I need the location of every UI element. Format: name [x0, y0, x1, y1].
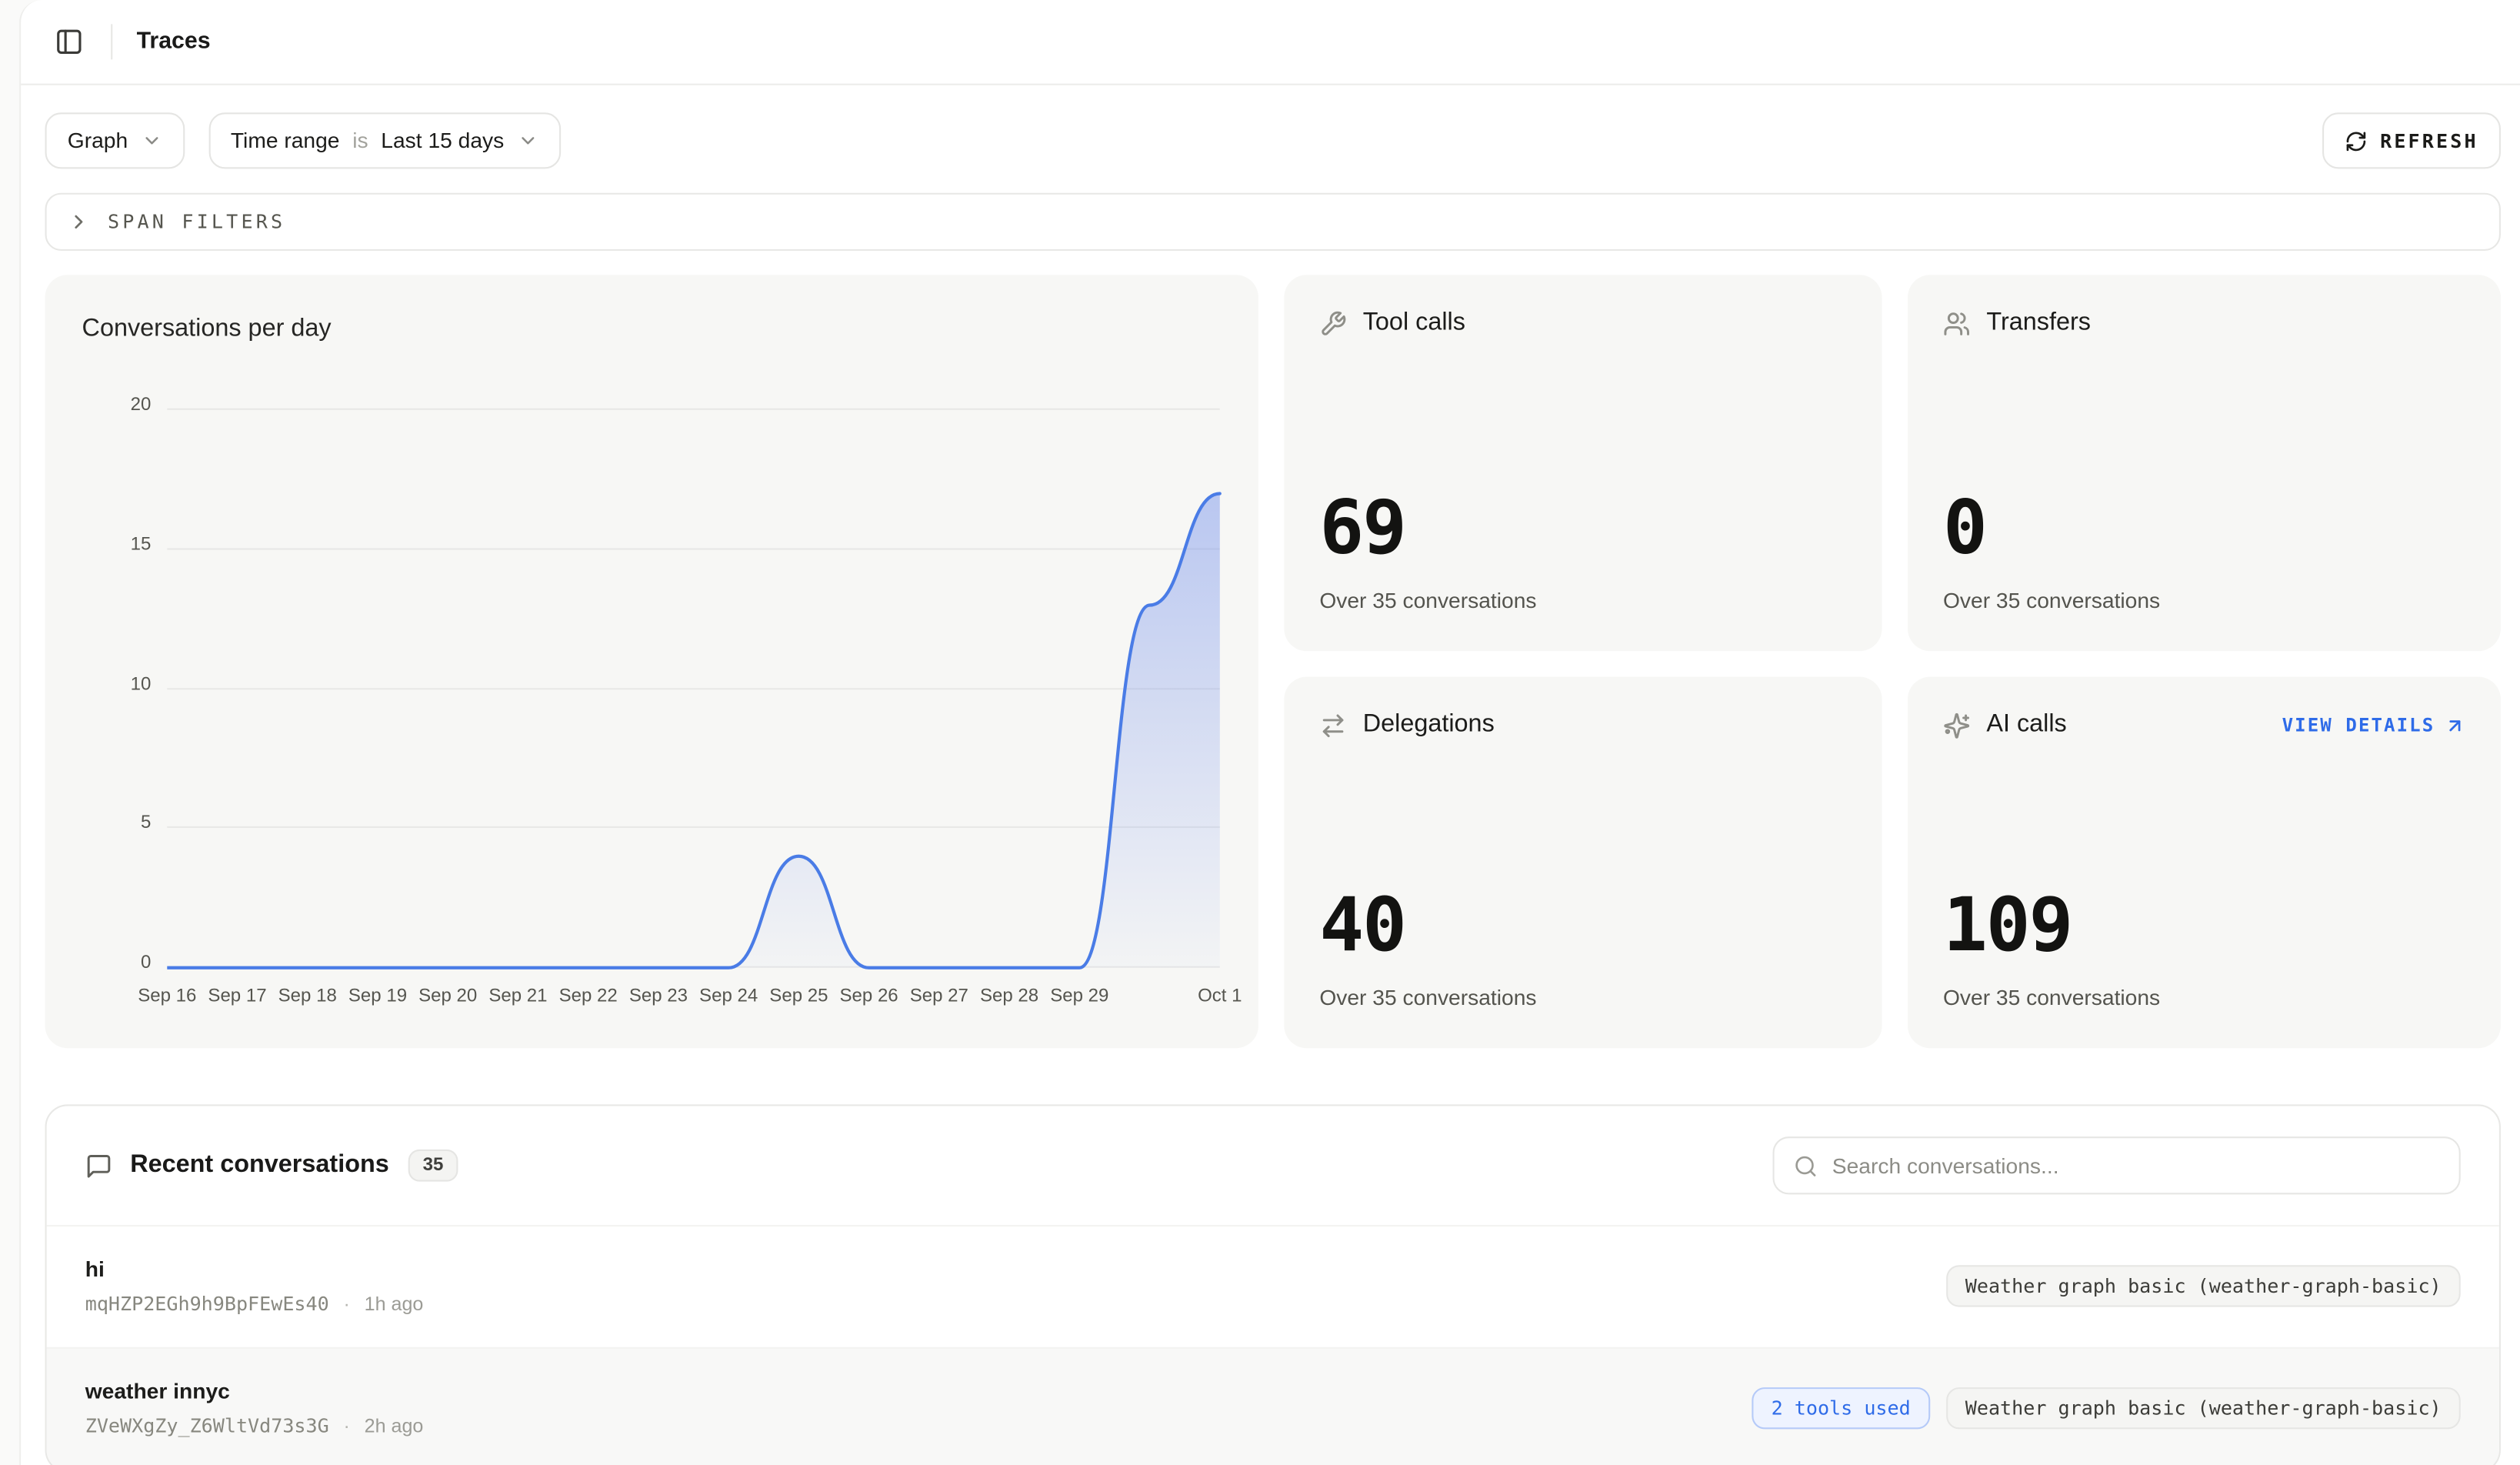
- chart-y-tick-label: 15: [52, 535, 152, 554]
- conversation-title: weather innyc: [85, 1380, 424, 1403]
- conversation-info: weather innyc ZVeWXgZy_Z6WltVd73s3G · 2h…: [85, 1380, 424, 1437]
- search-icon: [1794, 1153, 1818, 1177]
- span-filters-toggle[interactable]: SPAN FILTERS: [45, 193, 2501, 251]
- recent-conversations-title: Recent conversations: [130, 1151, 389, 1180]
- sidebar-toggle-button[interactable]: [47, 19, 92, 65]
- stat-card-value: 0: [1943, 490, 2465, 564]
- users-icon: [1943, 309, 1971, 337]
- search-conversations-input[interactable]: [1832, 1153, 2440, 1177]
- stat-card-subtitle: Over 35 conversations: [1319, 986, 1846, 1009]
- chart-area-fill: [167, 494, 1219, 968]
- conversation-info: hi mqHZP2EGh9h9BpFEwEs40 · 1h ago: [85, 1257, 424, 1315]
- conversations-chart-card: Conversations per day 20 15 10 5 0 Sep 16 Sep …: [45, 275, 1258, 1048]
- chart-x-tick-label: Sep 18: [278, 987, 337, 1006]
- chart-x-tick-label: Sep 20: [418, 987, 477, 1006]
- transfers-card: Transfers 0 Over 35 conversations: [1908, 275, 2501, 651]
- filters-row: Graph Time range is Last 15 days: [45, 112, 2501, 169]
- time-range-filter[interactable]: Time range is Last 15 days: [208, 112, 561, 169]
- chart-x-tick-label: Sep 17: [208, 987, 266, 1006]
- delegations-card: Delegations 40 Over 35 conversations: [1284, 677, 1882, 1049]
- chart-y-tick-label: 20: [52, 395, 152, 415]
- chart-x-tick-label: Sep 29: [1050, 987, 1108, 1006]
- top-bar: Traces: [21, 0, 2520, 85]
- time-range-operator: is: [352, 128, 368, 152]
- page-title: Traces: [137, 29, 211, 55]
- conversation-id: mqHZP2EGh9h9BpFEwEs40: [85, 1293, 329, 1315]
- chart-x-tick-label: Sep 25: [769, 987, 828, 1006]
- tools-used-badge: 2 tools used: [1752, 1387, 1930, 1429]
- stat-card-title: Delegations: [1363, 710, 1495, 739]
- stat-card-title: AI calls: [1986, 710, 2066, 739]
- chart-x-tick-label: Sep 27: [910, 987, 968, 1006]
- recent-conversations-header: Recent conversations 35: [47, 1106, 2499, 1225]
- chart-y-tick-label: 0: [52, 953, 152, 973]
- swap-arrows-icon: [1319, 712, 1347, 739]
- stat-card-subtitle: Over 35 conversations: [1319, 589, 1846, 612]
- tool-calls-card: Tool calls 69 Over 35 conversations: [1284, 275, 1882, 651]
- stat-card-subtitle: Over 35 conversations: [1943, 986, 2465, 1009]
- traces-page: Traces Graph Time range is Last 15 days: [0, 0, 2520, 1465]
- main-panel: Traces Graph Time range is Last 15 days: [19, 0, 2520, 1465]
- conversation-row[interactable]: hi mqHZP2EGh9h9BpFEwEs40 · 1h ago Weathe…: [47, 1225, 2499, 1347]
- conversation-time: 1h ago: [365, 1293, 424, 1315]
- span-filters-label: SPAN FILTERS: [108, 211, 285, 233]
- chevron-right-icon: [68, 211, 90, 233]
- divider: [111, 24, 112, 59]
- graph-dropdown-label: Graph: [68, 128, 128, 152]
- chart-x-tick-label: Oct 1: [1198, 987, 1242, 1006]
- refresh-icon: [2345, 129, 2367, 152]
- chart-y-tick-label: 10: [52, 674, 152, 693]
- view-details-link[interactable]: VIEW DETAILS: [2282, 714, 2465, 736]
- dot-separator: ·: [344, 1415, 350, 1437]
- refresh-button[interactable]: REFRESH: [2322, 112, 2501, 169]
- time-range-value: Last 15 days: [381, 128, 504, 152]
- arrow-up-right-icon: [2445, 715, 2465, 736]
- chart-x-tick-label: Sep 22: [559, 987, 618, 1006]
- graph-dropdown[interactable]: Graph: [45, 112, 185, 169]
- agent-badge: Weather graph basic (weather-graph-basic…: [1946, 1265, 2461, 1306]
- chart-x-tick-label: Sep 23: [629, 987, 688, 1006]
- conversation-time: 2h ago: [365, 1415, 424, 1437]
- dot-separator: ·: [344, 1293, 350, 1315]
- chart-x-tick-label: Sep 28: [980, 987, 1038, 1006]
- chart-x-tick-label: Sep 16: [138, 987, 196, 1006]
- chart-title: Conversations per day: [82, 315, 332, 345]
- time-range-field-label: Time range: [231, 128, 340, 152]
- view-details-label: VIEW DETAILS: [2282, 714, 2435, 736]
- stat-card-title: Transfers: [1986, 309, 2091, 338]
- stats-grid: Conversations per day 20 15 10 5 0 Sep 16 Sep …: [45, 275, 2501, 1048]
- sparkles-icon: [1943, 712, 1971, 739]
- conversation-title: hi: [85, 1257, 424, 1281]
- stat-card-subtitle: Over 35 conversations: [1943, 589, 2465, 612]
- agent-badge: Weather graph basic (weather-graph-basic…: [1946, 1387, 2461, 1429]
- chart-y-tick-label: 5: [52, 814, 152, 833]
- chart-x-tick-label: Sep 19: [348, 987, 407, 1006]
- search-conversations-box: [1772, 1136, 2460, 1194]
- message-square-icon: [85, 1152, 113, 1180]
- ai-calls-card: AI calls VIEW DETAILS 109 Over 35 conver…: [1908, 677, 2501, 1049]
- conversation-id: ZVeWXgZy_Z6WltVd73s3G: [85, 1415, 329, 1437]
- conversations-count-badge: 35: [408, 1150, 458, 1182]
- stat-card-title: Tool calls: [1363, 309, 1465, 338]
- chart-line: [167, 494, 1219, 968]
- stat-card-value: 69: [1319, 490, 1846, 564]
- content: Graph Time range is Last 15 days: [21, 112, 2520, 1465]
- refresh-button-label: REFRESH: [2380, 129, 2478, 152]
- chart-x-tick-label: Sep 21: [488, 987, 547, 1006]
- stat-card-value: 109: [1943, 887, 2465, 961]
- chevron-down-icon: [517, 130, 538, 151]
- chevron-down-icon: [141, 130, 162, 151]
- wrench-icon: [1319, 309, 1347, 337]
- panel-left-icon: [55, 28, 84, 57]
- stat-card-value: 40: [1319, 887, 1846, 961]
- chart-x-tick-label: Sep 24: [699, 987, 758, 1006]
- chart-x-tick-label: Sep 26: [840, 987, 898, 1006]
- recent-conversations-card: Recent conversations 35 hi mqHZP2EGh: [45, 1104, 2501, 1465]
- conversation-row[interactable]: weather innyc ZVeWXgZy_Z6WltVd73s3G · 2h…: [47, 1347, 2499, 1465]
- chart-plot: [167, 409, 1223, 971]
